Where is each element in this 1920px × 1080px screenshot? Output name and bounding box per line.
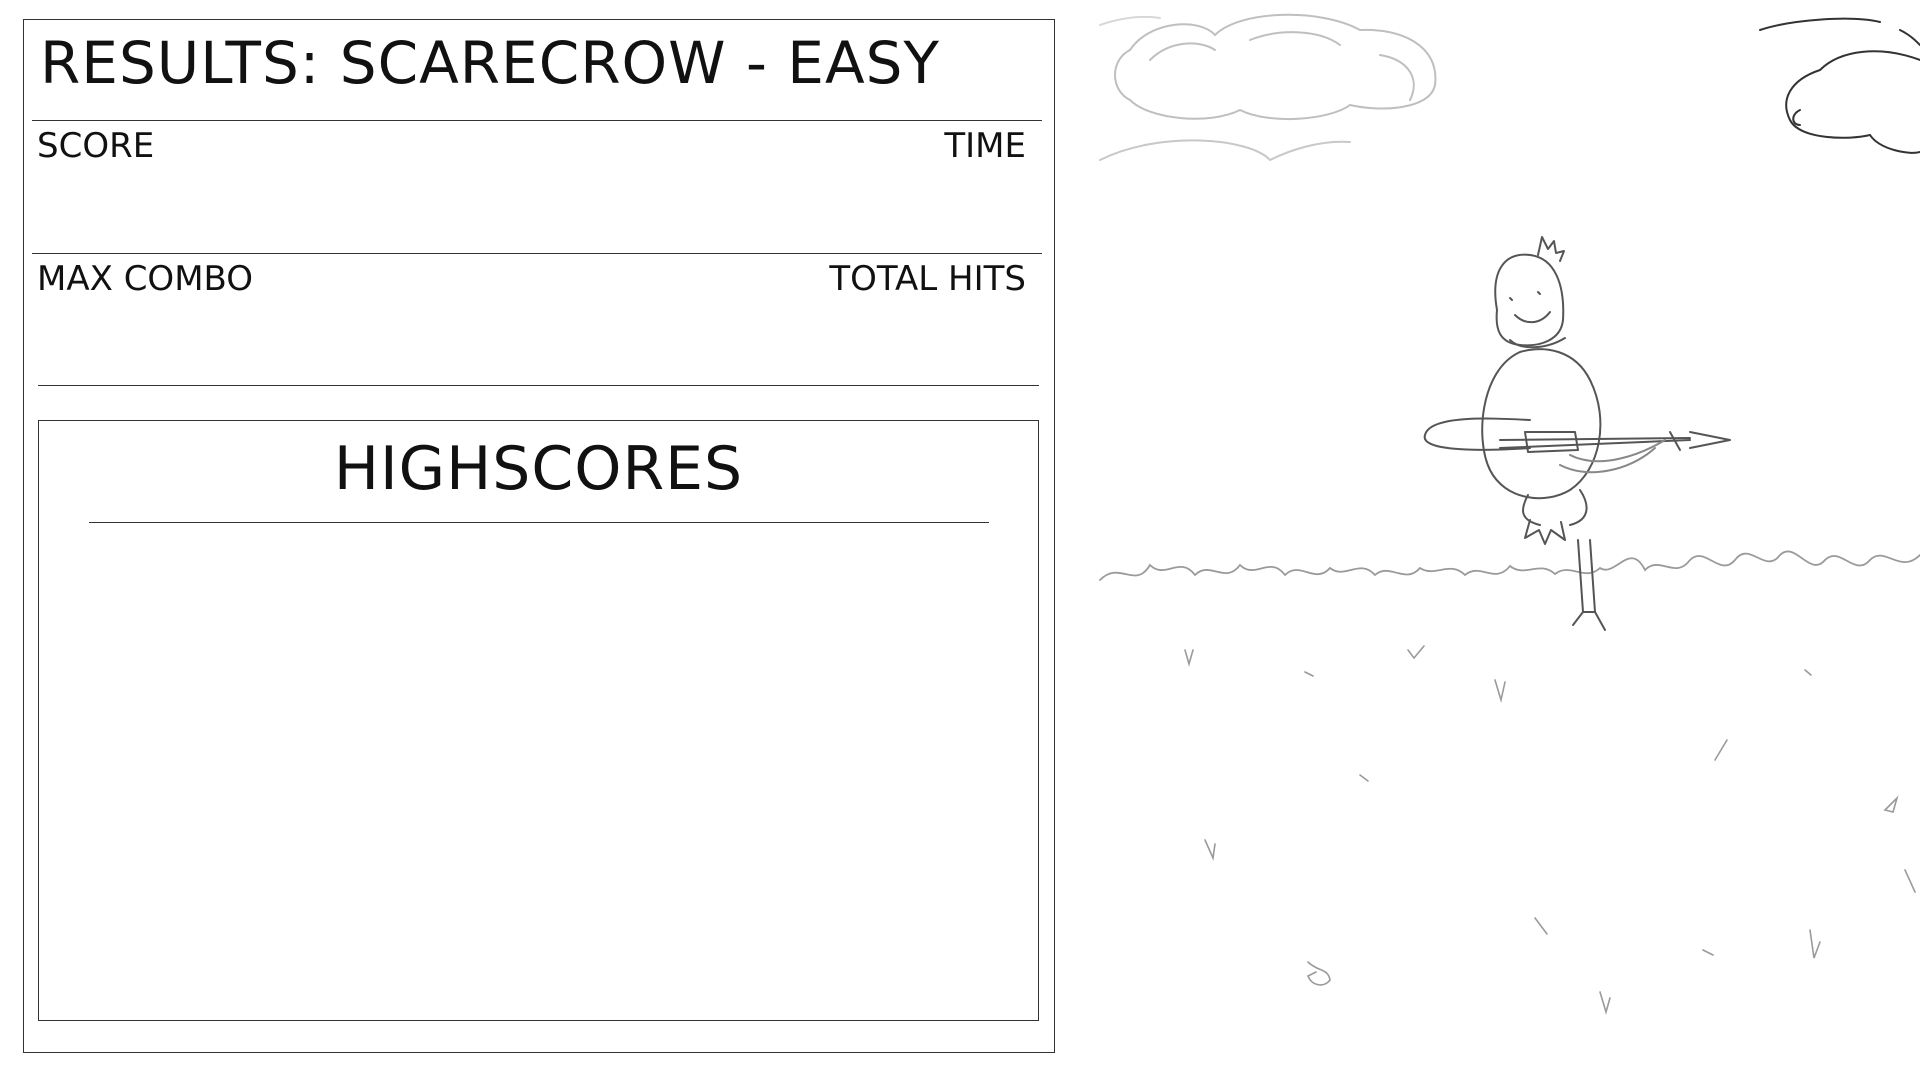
score-row-divider (32, 253, 1042, 254)
highscores-divider (89, 522, 989, 523)
results-panel: RESULTS: SCARECROW - EASY SCORE TIME MAX… (23, 19, 1055, 1053)
cloud-left (1099, 13, 1437, 162)
grass-tufts (1184, 645, 1916, 1015)
highscores-box: HIGHSCORES (38, 420, 1039, 1021)
max-combo-label: MAX COMBO (37, 259, 254, 299)
highscores-title: HIGHSCORES (333, 434, 744, 504)
total-hits-label: TOTAL HITS (829, 259, 1026, 299)
title-divider (32, 120, 1042, 121)
results-title: RESULTS: SCARECROW - EASY (40, 29, 940, 97)
highscores-list (89, 536, 989, 1006)
combo-row-divider (38, 385, 1039, 386)
cloud-right (1759, 17, 1920, 154)
grass-line (1099, 550, 1920, 581)
score-label: SCORE (37, 126, 155, 166)
time-label: TIME (944, 126, 1026, 166)
